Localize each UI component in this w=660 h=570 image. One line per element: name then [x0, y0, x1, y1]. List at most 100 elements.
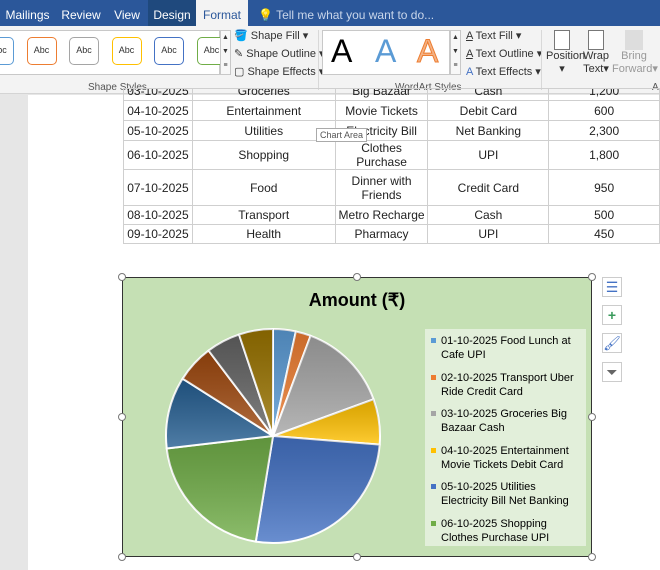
chart-filters-button[interactable]: ⏷: [602, 362, 622, 382]
tab-format[interactable]: Format: [196, 0, 248, 26]
table-cell[interactable]: Groceries: [191, 88, 336, 101]
table-cell[interactable]: 450: [548, 224, 660, 244]
table-cell[interactable]: Net Banking: [427, 120, 550, 141]
shape-outline-button[interactable]: ✎ Shape Outline ▾: [234, 47, 325, 60]
table-cell[interactable]: Pharmacy: [334, 224, 429, 244]
legend-item[interactable]: 03-10-2025 Groceries Big Bazaar Cash: [431, 402, 580, 439]
shape-fill-button[interactable]: 🪣 Shape Fill ▾: [234, 29, 308, 42]
gallery-scroll[interactable]: ▲ ▼ ≡: [220, 30, 231, 75]
chart-styles-icon: 🖌: [603, 335, 621, 351]
chart-styles-button[interactable]: 🖌: [602, 333, 622, 353]
table-cell[interactable]: 05-10-2025: [123, 120, 193, 141]
wrap-text-button[interactable]: Wrap Text▾: [582, 30, 610, 75]
table-cell[interactable]: Cash: [427, 88, 550, 101]
table-cell[interactable]: 950: [548, 169, 660, 206]
table-cell[interactable]: Dinner with Friends: [334, 169, 429, 206]
tab-mailings[interactable]: Mailings: [0, 0, 55, 26]
shape-style-swatch[interactable]: Abc: [154, 37, 184, 65]
pie-slice[interactable]: [165, 434, 275, 543]
table-cell[interactable]: Transport: [191, 205, 336, 225]
table-row: 05-10-2025 Utilities Electricity Bill Net B…: [123, 120, 660, 141]
chart-elements-button[interactable]: +: [602, 305, 622, 325]
table-cell[interactable]: 1,200: [548, 88, 660, 101]
table-cell[interactable]: Movie Tickets: [334, 100, 429, 121]
legend-swatch: [431, 374, 436, 380]
chart-area[interactable]: Amount (₹) 01-10-2025 Food Lunch at Cafe…: [122, 277, 592, 557]
table-cell[interactable]: Cash: [427, 205, 550, 225]
chart-elements-icon: +: [607, 307, 617, 323]
pie-slice[interactable]: [254, 434, 381, 544]
legend-label: 05-10-2025 Utilities Electricity Bill Ne…: [441, 481, 569, 507]
shape-style-swatch[interactable]: Abc: [26, 37, 57, 65]
table-cell[interactable]: 500: [548, 205, 660, 225]
tab-design[interactable]: Design: [148, 0, 196, 26]
legend-item[interactable]: 04-10-2025 Entertainment Movie Tickets D…: [431, 439, 580, 476]
table-cell[interactable]: Health: [191, 224, 336, 244]
position-label: Position: [546, 50, 586, 62]
resize-handle[interactable]: [588, 413, 596, 421]
text-outline-label: Text Outline: [475, 48, 534, 60]
table-cell[interactable]: UPI: [427, 224, 550, 244]
resize-handle[interactable]: [118, 273, 126, 281]
bring-label: Bring: [621, 50, 647, 62]
table-cell[interactable]: 08-10-2025: [123, 205, 193, 225]
legend-label: 03-10-2025 Groceries Big Bazaar Cash: [441, 408, 567, 434]
text-fill-button[interactable]: A Text Fill ▾: [466, 29, 521, 42]
text-outline-button[interactable]: A Text Outline ▾: [466, 47, 542, 60]
table-cell[interactable]: 2,300: [548, 120, 660, 141]
wordart-orange[interactable]: A: [416, 33, 438, 70]
legend-item[interactable]: 01-10-2025 Food Lunch at Cafe UPI: [431, 329, 580, 366]
table-cell[interactable]: Utilities: [191, 120, 336, 141]
resize-handle[interactable]: [353, 553, 361, 561]
resize-handle[interactable]: [588, 273, 596, 281]
legend-label: 06-10-2025 Shopping Clothes Purchase UPI: [441, 517, 550, 544]
table-cell[interactable]: 03-10-2025: [123, 88, 193, 101]
table-row: 06-10-2025 Shopping Clothes Purchase UPI 1,8…: [123, 140, 660, 170]
table-row: 03-10-2025 Groceries Big Bazaar Cash 1,200: [123, 88, 660, 101]
chart-legend[interactable]: 01-10-2025 Food Lunch at Cafe UPI 02-10-2…: [425, 329, 586, 546]
legend-item[interactable]: 06-10-2025 Shopping Clothes Purchase UPI: [431, 512, 580, 549]
resize-handle[interactable]: [353, 273, 361, 281]
wordart-black[interactable]: A: [331, 33, 352, 70]
bring-forward-button[interactable]: Bring Forward▾: [612, 30, 658, 75]
divider: [541, 30, 542, 90]
shape-effects-button[interactable]: ▢ Shape Effects ▾: [234, 65, 324, 78]
shape-style-swatch[interactable]: Abc: [0, 37, 14, 65]
table-cell[interactable]: Debit Card: [427, 100, 550, 121]
table-cell[interactable]: Credit Card: [427, 169, 550, 206]
ribbon-tabs: Mailings Review View Design Format 💡 Tel…: [0, 0, 660, 26]
table-cell[interactable]: Metro Recharge: [334, 205, 429, 225]
legend-item[interactable]: 05-10-2025 Utilities Electricity Bill Ne…: [431, 475, 580, 512]
text-effects-button[interactable]: A Text Effects ▾: [466, 65, 541, 78]
wordart-blue[interactable]: A: [375, 33, 396, 70]
table-cell[interactable]: UPI: [427, 140, 550, 170]
legend-item[interactable]: 02-10-2025 Transport Uber Ride Credit Ca…: [431, 366, 580, 403]
position-button[interactable]: Position ▾: [546, 30, 585, 75]
legend-swatch: [431, 338, 436, 343]
tab-view[interactable]: View: [107, 0, 147, 26]
shape-style-swatch[interactable]: Abc: [69, 37, 99, 65]
table-cell[interactable]: 600: [548, 100, 660, 121]
layout-options-icon: ☰: [605, 279, 619, 295]
layout-options-button[interactable]: ☰: [602, 277, 622, 297]
bring-forward-icon: [625, 30, 643, 50]
resize-handle[interactable]: [118, 413, 126, 421]
position-icon: [554, 30, 570, 50]
resize-handle[interactable]: [118, 553, 126, 561]
table-cell[interactable]: 09-10-2025: [123, 224, 193, 244]
tab-review[interactable]: Review: [55, 0, 107, 26]
table-cell[interactable]: Entertainment: [191, 100, 336, 121]
table-row: 07-10-2025 Food Dinner with Friends Credit …: [123, 169, 660, 206]
table-cell[interactable]: Clothes Purchase: [334, 140, 429, 170]
table-cell[interactable]: 07-10-2025: [123, 169, 193, 206]
resize-handle[interactable]: [588, 553, 596, 561]
shape-style-swatch[interactable]: Abc: [111, 37, 142, 65]
wordart-scroll[interactable]: ▲ ▼ ≡: [450, 30, 461, 75]
table-cell[interactable]: Food: [191, 169, 336, 206]
table-cell[interactable]: Shopping: [191, 140, 336, 170]
table-cell[interactable]: 1,800: [548, 140, 660, 170]
legend-label: 04-10-2025 Entertainment Movie Tickets D…: [441, 444, 569, 471]
table-cell[interactable]: 04-10-2025: [123, 100, 193, 121]
table-cell[interactable]: Big Bazaar: [334, 88, 429, 101]
table-cell[interactable]: 06-10-2025: [123, 140, 193, 170]
